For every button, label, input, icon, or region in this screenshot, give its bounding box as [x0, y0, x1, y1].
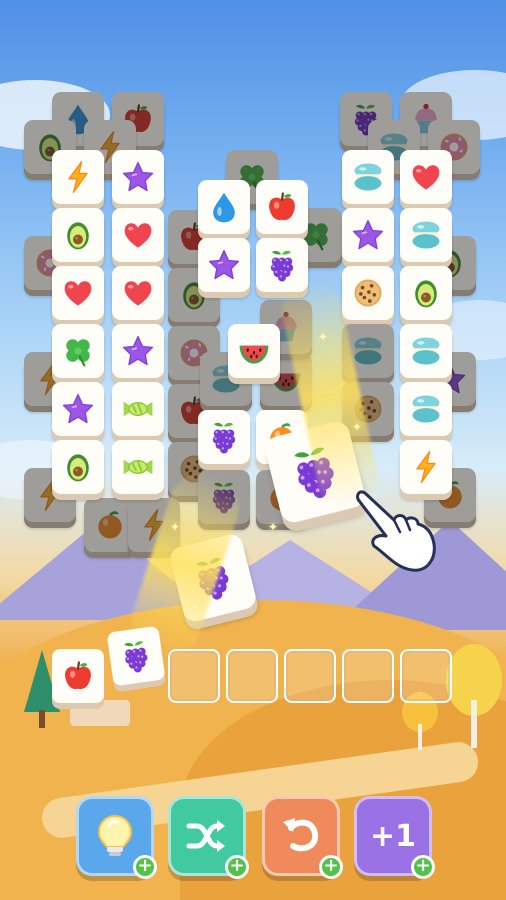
heart-icon	[124, 281, 152, 306]
undo-icon	[283, 818, 319, 852]
sparkle-icon: ✦	[190, 600, 201, 614]
sparkle-icon: ✦	[352, 420, 363, 434]
heart-icon	[412, 165, 440, 190]
heart-icon	[124, 223, 152, 248]
bolt-tile[interactable]	[52, 150, 104, 204]
grapes-icon	[124, 641, 148, 673]
tray-slot-empty	[342, 649, 394, 703]
watermelon-tile[interactable]	[228, 324, 280, 378]
grapes-icon	[212, 422, 236, 454]
avocado-icon	[415, 280, 437, 308]
heart-tile[interactable]	[112, 208, 164, 262]
cookie-tile[interactable]	[342, 266, 394, 320]
tray-slot-empty	[284, 649, 336, 703]
clover-icon	[66, 339, 90, 367]
orange-icon	[98, 511, 122, 539]
macaron-icon	[354, 337, 382, 365]
add-booster-button[interactable]: +	[133, 855, 157, 879]
pointer-hand-icon	[356, 490, 436, 572]
grapes-tile[interactable]	[198, 410, 250, 464]
macaron-tile[interactable]	[400, 324, 452, 378]
plus-one-icon: +1	[369, 818, 416, 854]
star-tile[interactable]	[198, 238, 250, 292]
macaron-icon	[412, 221, 440, 249]
apple-icon	[65, 661, 91, 690]
candy-icon	[123, 459, 153, 475]
cookie-icon	[354, 279, 382, 307]
avocado-tile[interactable]	[52, 440, 104, 494]
heart-tile[interactable]	[400, 150, 452, 204]
tray-slot-grapes	[106, 625, 166, 687]
undo-booster-button[interactable]: +	[262, 796, 343, 879]
apple-icon	[269, 192, 295, 221]
macaron-tile[interactable]	[400, 208, 452, 262]
heart-tile[interactable]	[52, 266, 104, 320]
watermelon-icon	[239, 345, 269, 364]
hint-booster-button[interactable]: +	[76, 796, 157, 879]
star-icon	[208, 249, 240, 280]
macaron-icon	[354, 163, 382, 191]
drop-icon	[213, 192, 235, 223]
add-booster-button[interactable]: +	[319, 855, 343, 879]
tile-tray	[52, 625, 458, 705]
star-icon	[122, 161, 154, 192]
tray-slot-empty	[168, 649, 220, 703]
tray-slot-apple	[52, 649, 104, 703]
star-icon	[122, 335, 154, 366]
candy-icon	[123, 401, 153, 417]
grapes-icon	[270, 250, 294, 282]
sparkle-icon: ✦	[170, 520, 181, 534]
star-tile[interactable]	[52, 382, 104, 436]
add-booster-button[interactable]: +	[411, 855, 435, 879]
macaron-icon	[412, 337, 440, 365]
tray-slot-empty	[400, 649, 452, 703]
game-screen: ✦ ✦ ✦ ✦ ✦ + + + +1 +	[0, 0, 506, 900]
candy-tile[interactable]	[112, 440, 164, 494]
avocado-tile[interactable]	[52, 208, 104, 262]
avocado-icon	[67, 222, 89, 250]
heart-tile[interactable]	[112, 266, 164, 320]
bolt-icon	[68, 161, 88, 193]
tray-slot-empty	[226, 649, 278, 703]
macaron-tile[interactable]	[342, 150, 394, 204]
drop-tile[interactable]	[198, 180, 250, 234]
avocado-tile[interactable]	[400, 266, 452, 320]
plus-icon: +	[137, 855, 153, 876]
macaron-tile[interactable]	[400, 382, 452, 436]
bolt-icon	[416, 451, 436, 483]
lightbulb-icon	[97, 814, 133, 856]
plus-icon: +	[415, 855, 431, 876]
star-icon	[62, 393, 94, 424]
sparkle-icon: ✦	[318, 330, 329, 344]
apple-tile[interactable]	[256, 180, 308, 234]
candy-tile[interactable]	[112, 382, 164, 436]
extra-slot-booster-button[interactable]: +1 +	[354, 796, 435, 879]
heart-icon	[64, 281, 92, 306]
star-tile[interactable]	[342, 208, 394, 262]
plus-icon: +	[323, 855, 339, 876]
star-tile[interactable]	[112, 324, 164, 378]
plus-icon: +	[229, 855, 245, 876]
add-booster-button[interactable]: +	[225, 855, 249, 879]
macaron-icon	[412, 395, 440, 423]
avocado-icon	[67, 454, 89, 482]
shuffle-icon	[186, 820, 225, 852]
sparkle-icon: ✦	[268, 520, 279, 534]
shuffle-booster-button[interactable]: +	[168, 796, 249, 879]
star-tile[interactable]	[112, 150, 164, 204]
star-icon	[352, 219, 384, 250]
clover-tile[interactable]	[52, 324, 104, 378]
